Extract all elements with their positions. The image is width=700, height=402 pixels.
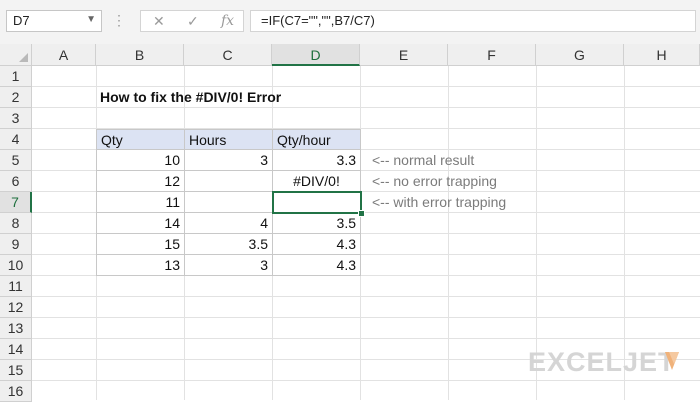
- table-cell[interactable]: 11: [96, 192, 185, 213]
- table-cell[interactable]: 4: [185, 213, 273, 234]
- enter-icon[interactable]: ✓: [187, 13, 199, 30]
- table-header-qty[interactable]: Qty: [96, 129, 185, 150]
- table-cell[interactable]: 4.3: [273, 255, 361, 276]
- formula-bar: D7 ▼ ⋮ ✕ ✓ fx =IF(C7="","",B7/C7): [0, 0, 700, 44]
- note-with-error-trapping[interactable]: <-- with error trapping: [368, 192, 568, 213]
- table-cell[interactable]: 10: [96, 150, 185, 171]
- row-header-14[interactable]: 14: [0, 339, 32, 360]
- column-header-d[interactable]: D: [272, 44, 360, 66]
- table-cell[interactable]: 13: [96, 255, 185, 276]
- row-header-9[interactable]: 9: [0, 234, 32, 255]
- column-header-a[interactable]: A: [32, 44, 96, 66]
- table-cell[interactable]: [185, 171, 273, 192]
- select-all-button[interactable]: [0, 44, 32, 66]
- row-header-13[interactable]: 13: [0, 318, 32, 339]
- row-header-7[interactable]: 7: [0, 192, 32, 213]
- column-header-c[interactable]: C: [184, 44, 272, 66]
- row-header-8[interactable]: 8: [0, 213, 32, 234]
- table-cell[interactable]: 3: [185, 150, 273, 171]
- insert-function-icon[interactable]: fx: [221, 13, 234, 29]
- table-cell[interactable]: 3.5: [273, 213, 361, 234]
- row-header-16[interactable]: 16: [0, 381, 32, 402]
- column-header-h[interactable]: H: [624, 44, 700, 66]
- column-header-f[interactable]: F: [448, 44, 536, 66]
- exceljet-logo: EXCELJET: [528, 347, 676, 377]
- note-no-error-trapping[interactable]: <-- no error trapping: [368, 171, 568, 192]
- row-header-4[interactable]: 4: [0, 129, 32, 150]
- active-cell-d7[interactable]: [272, 191, 362, 214]
- table-cell[interactable]: 3.5: [185, 234, 273, 255]
- table-cell[interactable]: 15: [96, 234, 185, 255]
- table-header-hours[interactable]: Hours: [185, 129, 273, 150]
- row-header-2[interactable]: 2: [0, 87, 32, 108]
- row-header-1[interactable]: 1: [0, 66, 32, 87]
- row-header-12[interactable]: 12: [0, 297, 32, 318]
- row-header-15[interactable]: 15: [0, 360, 32, 381]
- formula-input[interactable]: =IF(C7="","",B7/C7): [250, 10, 696, 32]
- name-box-value: D7: [13, 13, 30, 28]
- cancel-icon[interactable]: ✕: [153, 13, 165, 30]
- name-box[interactable]: D7 ▼: [6, 10, 102, 32]
- row-header-3[interactable]: 3: [0, 108, 32, 129]
- error-cell[interactable]: #DIV/0!: [273, 171, 361, 192]
- table-header-qty-per-hour[interactable]: Qty/hour: [273, 129, 361, 150]
- formula-buttons: ✕ ✓ fx: [140, 10, 244, 32]
- column-header-g[interactable]: G: [536, 44, 624, 66]
- table-cell[interactable]: 14: [96, 213, 185, 234]
- fill-handle[interactable]: [358, 210, 365, 217]
- chevron-down-icon[interactable]: ▼: [86, 14, 96, 25]
- table-cell[interactable]: 12: [96, 171, 185, 192]
- row-header-10[interactable]: 10: [0, 255, 32, 276]
- row-header-6[interactable]: 6: [0, 171, 32, 192]
- note-normal-result[interactable]: <-- normal result: [368, 150, 568, 171]
- column-header-e[interactable]: E: [360, 44, 448, 66]
- row-header-5[interactable]: 5: [0, 150, 32, 171]
- sheet-title[interactable]: How to fix the #DIV/0! Error: [96, 87, 396, 108]
- table-cell[interactable]: 3.3: [273, 150, 361, 171]
- table-cell[interactable]: [185, 192, 273, 213]
- table-cell[interactable]: 3: [185, 255, 273, 276]
- exceljet-logo-mark-icon: [665, 352, 679, 370]
- more-options-icon[interactable]: ⋮: [112, 12, 127, 29]
- table-cell[interactable]: 4.3: [273, 234, 361, 255]
- row-header-11[interactable]: 11: [0, 276, 32, 297]
- column-header-b[interactable]: B: [96, 44, 184, 66]
